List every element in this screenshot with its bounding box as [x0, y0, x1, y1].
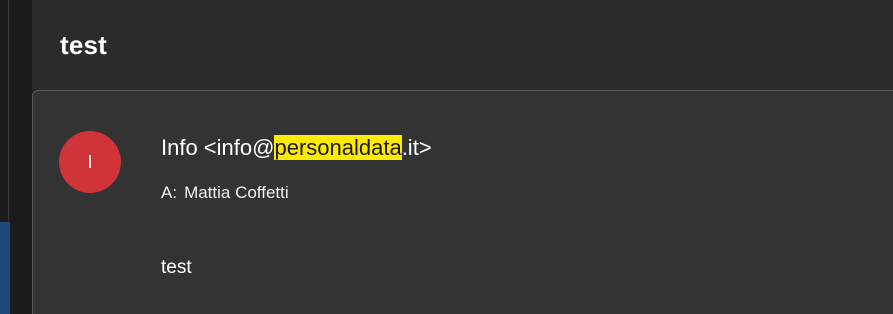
message-card[interactable]: I Info <info@personaldata.it> A: Mattia C… [32, 90, 893, 314]
reading-pane-header: test [32, 0, 893, 90]
sender-avatar[interactable]: I [59, 131, 121, 193]
left-rail [0, 0, 32, 314]
recipient-name[interactable]: Mattia Coffetti [184, 183, 289, 202]
message-body: test [161, 257, 192, 278]
sender-suffix: .it> [401, 135, 432, 160]
message-subject: test [60, 30, 108, 60]
sender-highlighted-domain: personaldata [274, 135, 402, 160]
rail-accent [0, 222, 10, 314]
avatar-initial: I [87, 151, 93, 172]
sender-prefix: Info <info@ [161, 135, 275, 160]
recipient-line: A: Mattia Coffetti [161, 183, 289, 203]
sender-line[interactable]: Info <info@personaldata.it> [161, 135, 432, 161]
recipient-label: A: [161, 183, 178, 202]
